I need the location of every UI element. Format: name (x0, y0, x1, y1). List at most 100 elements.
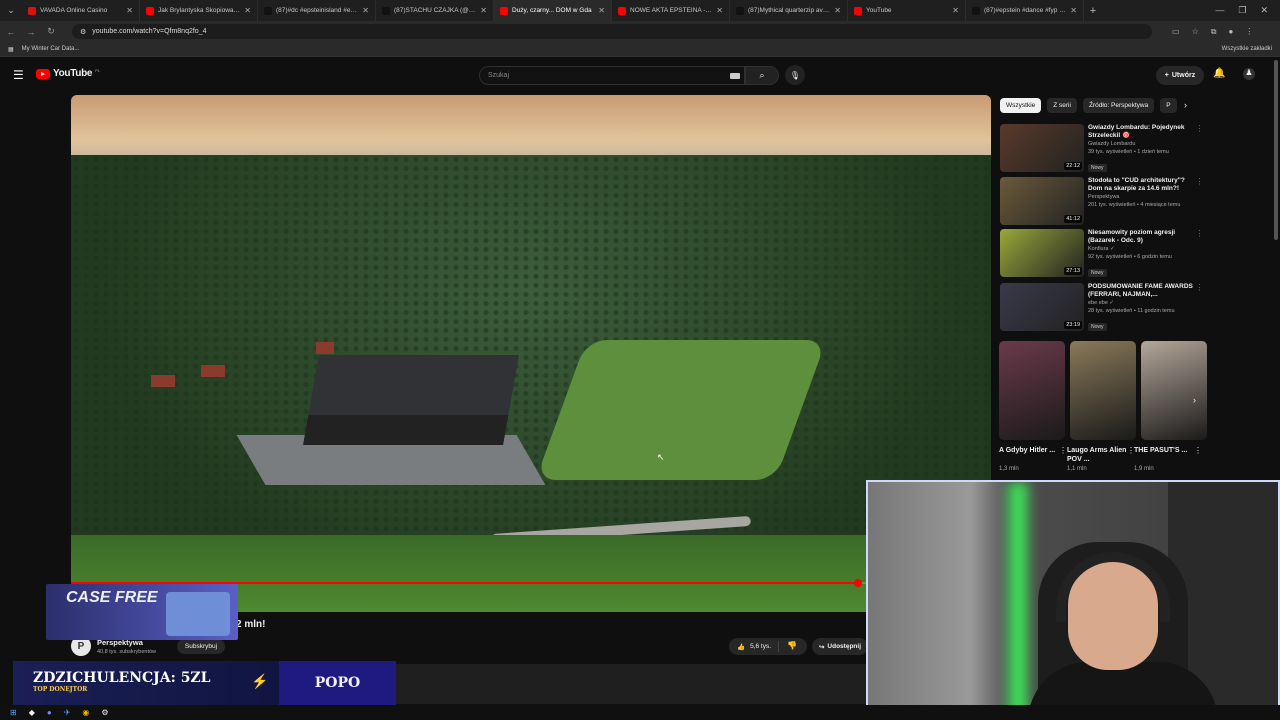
windows-start-icon[interactable]: ⊞ (10, 708, 17, 717)
taskbar-app-icon[interactable]: ◆ (29, 708, 35, 717)
video-title[interactable]: Niesamowity poziom agresji (Bazarek - Od… (1088, 229, 1200, 245)
taskbar-app-icon[interactable]: ● (47, 708, 52, 717)
short-thumbnail[interactable] (999, 341, 1065, 440)
more-options-icon[interactable]: ⋮ (1196, 283, 1200, 292)
close-tab-icon[interactable]: ✕ (126, 6, 133, 15)
more-options-icon[interactable]: ⋮ (1194, 446, 1202, 455)
notifications-bell-icon[interactable]: 🔔 (1213, 68, 1225, 79)
video-scrubber-handle[interactable] (853, 579, 862, 587)
short-thumbnail[interactable] (1141, 341, 1207, 440)
recommended-video[interactable]: 22:12 Gwiazdy Lombardu: Pojedynek Strzel… (1000, 124, 1200, 174)
chevron-right-icon[interactable]: › (1184, 100, 1187, 110)
video-thumbnail[interactable]: 23:19 (1000, 283, 1084, 331)
chrome-icon[interactable]: ◉ (82, 708, 89, 717)
thumbs-down-icon[interactable]: 👎 (787, 641, 797, 650)
page-scrollbar[interactable] (1274, 60, 1278, 240)
create-button[interactable]: + Utwórz (1156, 66, 1204, 85)
back-icon[interactable]: ← (6, 27, 16, 37)
close-tab-icon[interactable]: ✕ (834, 6, 841, 15)
like-button[interactable]: 👍 5,6 tys. 👎 (729, 638, 807, 655)
more-options-icon[interactable]: ⋮ (1196, 124, 1200, 133)
new-tab-button[interactable]: + (1084, 5, 1102, 17)
channel-name[interactable]: Gwiazdy Lombardu (1088, 140, 1200, 148)
category-chip[interactable]: Źródło: Perspektywa (1082, 98, 1155, 113)
hamburger-menu-icon[interactable]: ☰ (13, 68, 24, 82)
browser-tab[interactable]: VAVADA Online Casino ✕ (22, 0, 140, 21)
short-title[interactable]: A Gdyby Hitler ... (999, 446, 1065, 464)
video-thumbnail[interactable]: 27:13 (1000, 229, 1084, 277)
video-player[interactable] (71, 95, 991, 612)
case-free-text: CASE FREE (66, 589, 158, 606)
shorts-shelf (999, 341, 1207, 440)
window-controls: — ❐ ✕ (1215, 5, 1280, 16)
taskbar-app-icon[interactable]: ✈ (64, 708, 71, 717)
reload-icon[interactable]: ↻ (46, 26, 56, 37)
search-input[interactable]: Szukaj (479, 66, 745, 85)
category-chip[interactable]: Wszystkie (1000, 98, 1042, 113)
keyboard-icon[interactable] (730, 73, 740, 79)
video-title[interactable]: PODSUMOWANIE FAME AWARDS (FERRARI, NAJMA… (1088, 283, 1200, 299)
extensions-icon[interactable]: ⧉ (1211, 27, 1217, 37)
cast-icon[interactable]: ▭ (1172, 27, 1180, 37)
browser-tab[interactable]: (87)Mythical quarterzip availabl ✕ (730, 0, 848, 21)
recommended-video[interactable]: 27:13 Niesamowity poziom agresji (Bazare… (1000, 229, 1200, 279)
category-chip[interactable]: P (1160, 98, 1177, 113)
browser-tab[interactable]: (87)STACHU CZAJKA (@stachu ✕ (376, 0, 494, 21)
video-thumbnail[interactable]: 22:12 (1000, 124, 1084, 172)
search-button[interactable]: ⌕ (745, 66, 779, 85)
site-info-icon[interactable]: ⚙ (80, 28, 86, 36)
recommended-video[interactable]: 23:19 PODSUMOWANIE FAME AWARDS (FERRARI,… (1000, 283, 1200, 333)
voice-search-button[interactable]: 🎙 (785, 65, 805, 85)
browser-tab[interactable]: NOWE AKTA EPSTEINA - TRUM ✕ (612, 0, 730, 21)
url-field[interactable]: ⚙ youtube.com/watch?v=Qfm8nq2fo_4 (72, 24, 1152, 39)
close-tab-icon[interactable]: ✕ (598, 6, 605, 15)
more-options-icon[interactable]: ⋮ (1196, 177, 1200, 186)
menu-icon[interactable]: ⋮ (1245, 27, 1253, 37)
minimize-icon[interactable]: — (1215, 5, 1224, 16)
close-window-icon[interactable]: ✕ (1260, 5, 1268, 16)
tab-search-icon[interactable]: ⌄ (0, 0, 22, 21)
shorts-next-icon[interactable]: › (1193, 395, 1196, 405)
share-button[interactable]: ↪ Udostępnij (812, 638, 868, 655)
video-thumbnail[interactable]: 41:12 (1000, 177, 1084, 225)
short-thumbnail[interactable] (1070, 341, 1136, 440)
short-views: 1,9 mln (1134, 466, 1154, 472)
more-options-icon[interactable]: ⋮ (1196, 229, 1200, 238)
subscribe-button[interactable]: Subskrybuj (177, 639, 225, 654)
apps-icon[interactable]: ▦ (8, 46, 14, 53)
close-tab-icon[interactable]: ✕ (480, 6, 487, 15)
account-avatar[interactable]: ♟ (1243, 68, 1255, 80)
video-title[interactable]: Stodoła to "CUD architektury"? Dom na sk… (1088, 177, 1200, 193)
forward-icon[interactable]: → (26, 27, 36, 37)
channel-name[interactable]: Konfiura ✓ (1088, 245, 1200, 253)
taskbar-app-icon[interactable]: ⚙ (101, 708, 108, 717)
browser-tab[interactable]: YouTube ✕ (848, 0, 966, 21)
short-title[interactable]: THE PASUT'S ... (1134, 446, 1200, 464)
close-tab-icon[interactable]: ✕ (716, 6, 723, 15)
close-tab-icon[interactable]: ✕ (952, 6, 959, 15)
browser-tab[interactable]: Jak Brylantyska Skopiowała Św ✕ (140, 0, 258, 21)
video-frame-red-roof (316, 342, 334, 354)
youtube-logo[interactable]: YouTube PL (36, 68, 100, 79)
bookmark-star-icon[interactable]: ☆ (1192, 27, 1199, 37)
video-views: 92 tys. wyświetleń • 6 godzin temu (1088, 254, 1172, 260)
close-tab-icon[interactable]: ✕ (244, 6, 251, 15)
short-title[interactable]: Laugo Arms Alien POV ... (1067, 446, 1133, 464)
video-title[interactable]: Gwiazdy Lombardu: Pojedynek Strzeleckil … (1088, 124, 1200, 140)
bookmark-item[interactable]: My Winter Car Data... (22, 46, 80, 52)
tab-favicon-icon (146, 6, 154, 15)
browser-tab[interactable]: (87)#dc #epsteinisland #epstein ✕ (258, 0, 376, 21)
close-tab-icon[interactable]: ✕ (362, 6, 369, 15)
browser-tab[interactable]: Duży, czarny... DOM w Gda ✕ (494, 0, 612, 21)
profile-icon[interactable]: ● (1228, 27, 1233, 37)
tab-favicon-icon (854, 6, 862, 15)
category-chip[interactable]: Z serii (1047, 98, 1077, 113)
all-bookmarks[interactable]: Wszystkie zakładki (1222, 46, 1280, 52)
close-tab-icon[interactable]: ✕ (1070, 6, 1077, 15)
recommended-video[interactable]: 41:12 Stodoła to "CUD architektury"? Dom… (1000, 177, 1200, 227)
browser-tab[interactable]: (87)#epstein #dance #fyp #me ✕ (966, 0, 1084, 21)
channel-name[interactable]: ebe ebe ✓ (1088, 299, 1200, 307)
more-options-icon[interactable]: ⋮ (1059, 446, 1067, 455)
channel-name[interactable]: Perspektywa (1088, 193, 1200, 201)
maximize-icon[interactable]: ❐ (1238, 5, 1246, 16)
